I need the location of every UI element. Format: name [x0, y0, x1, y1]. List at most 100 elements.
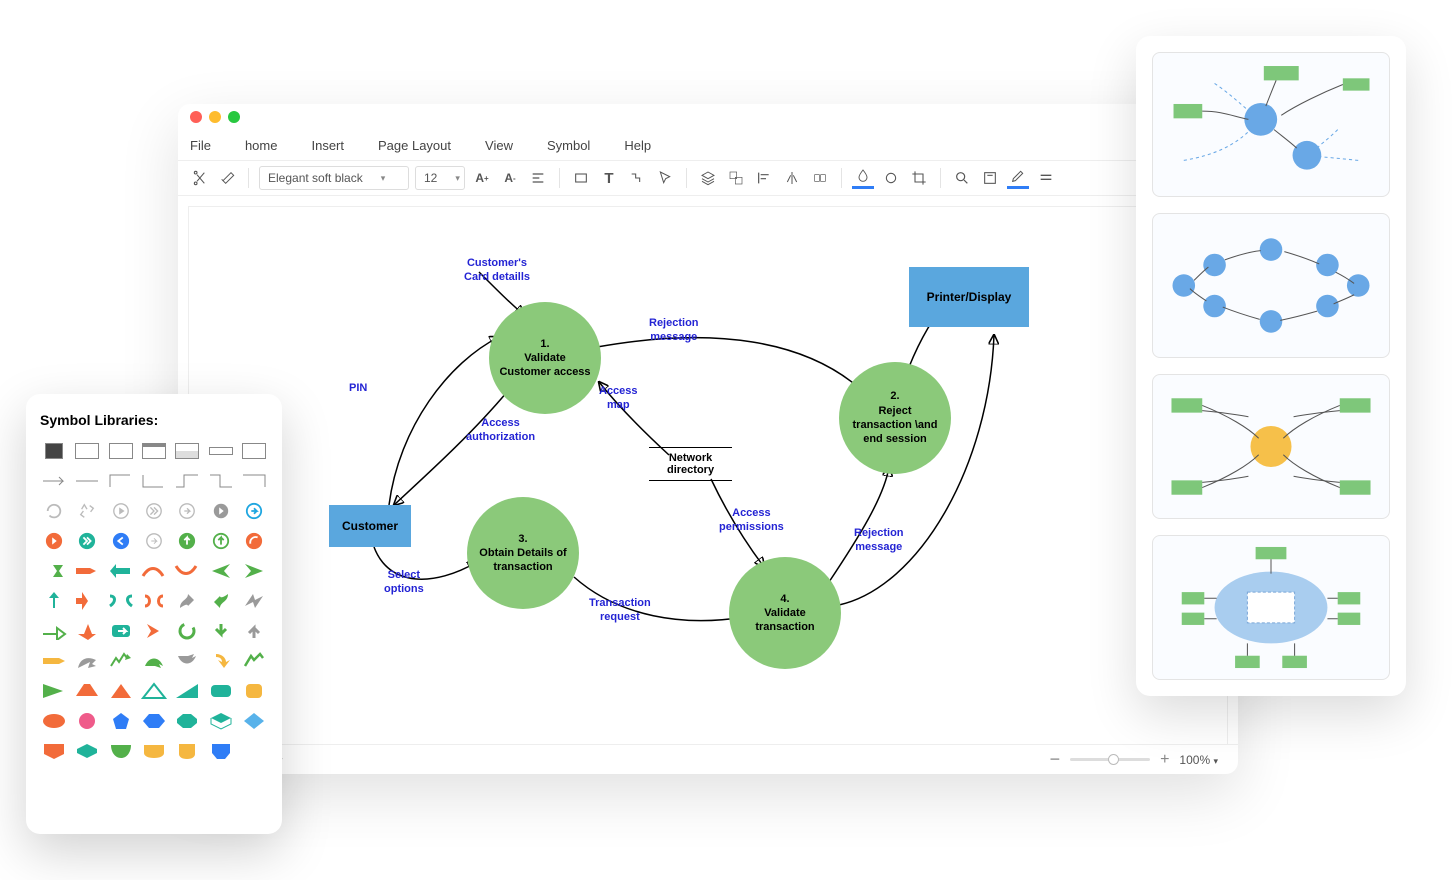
sym-arrow[interactable]	[40, 590, 67, 612]
sym-recycle-icon[interactable]	[73, 500, 100, 522]
sym-arrow[interactable]	[207, 620, 234, 642]
sym-shape[interactable]	[174, 680, 201, 702]
sym-arrow[interactable]	[107, 590, 134, 612]
sym-shape[interactable]	[207, 680, 234, 702]
sym-bracket[interactable]	[241, 470, 268, 492]
sym-circle[interactable]	[107, 530, 134, 552]
sym-circle[interactable]	[73, 530, 100, 552]
flip-icon[interactable]	[781, 167, 803, 189]
process-validate-access[interactable]: 1.Validate Customer access	[489, 302, 601, 414]
zoom-in-icon[interactable]: +	[1160, 751, 1169, 769]
process-reject[interactable]: 2.Reject transaction \and end session	[839, 362, 951, 474]
sym-next-circle-icon[interactable]	[241, 500, 268, 522]
close-icon[interactable]	[190, 111, 202, 123]
search-icon[interactable]	[951, 167, 973, 189]
sym-shape[interactable]	[140, 680, 167, 702]
sym-elbow[interactable]	[107, 470, 134, 492]
sym-shape[interactable]	[207, 710, 234, 732]
sym-step[interactable]	[207, 470, 234, 492]
sym-circle[interactable]	[174, 530, 201, 552]
sym-arrow[interactable]	[174, 590, 201, 612]
sym-arrow[interactable]	[40, 470, 67, 492]
library-icon[interactable]	[979, 167, 1001, 189]
sym-shape[interactable]	[40, 680, 67, 702]
sym-arrow[interactable]	[73, 620, 100, 642]
sym-shape[interactable]	[107, 710, 134, 732]
sym-arrow[interactable]	[241, 560, 268, 582]
pointer-tool-icon[interactable]	[654, 167, 676, 189]
sym-arrow[interactable]	[207, 590, 234, 612]
sym-arrow[interactable]	[140, 620, 167, 642]
rect-tool-icon[interactable]	[570, 167, 592, 189]
sym-shape[interactable]	[174, 710, 201, 732]
sym-shape[interactable]	[174, 740, 201, 762]
sym-shape[interactable]	[73, 740, 100, 762]
sym-arrow[interactable]	[40, 650, 67, 672]
sym-arrow[interactable]	[107, 620, 134, 642]
sym-arrow[interactable]	[174, 560, 201, 582]
datastore-network-directory[interactable]: Networkdirectory	[649, 447, 732, 481]
sym-box-split[interactable]	[174, 440, 201, 462]
sym-arrow[interactable]	[40, 620, 67, 642]
sym-arrow[interactable]	[207, 560, 234, 582]
template-thumbnail[interactable]	[1152, 535, 1390, 680]
entity-customer[interactable]: Customer	[329, 505, 411, 547]
align-menu-icon[interactable]	[527, 167, 549, 189]
paint-icon[interactable]	[216, 167, 238, 189]
sym-shape[interactable]	[73, 680, 100, 702]
sym-box-header[interactable]	[140, 440, 167, 462]
maximize-icon[interactable]	[228, 111, 240, 123]
sym-circle[interactable]	[241, 530, 268, 552]
menu-insert[interactable]: Insert	[311, 138, 344, 153]
sym-shape[interactable]	[241, 710, 268, 732]
sym-arrow[interactable]	[241, 620, 268, 642]
layers-icon[interactable]	[697, 167, 719, 189]
sym-box[interactable]	[241, 440, 268, 462]
cut-icon[interactable]	[188, 167, 210, 189]
sym-refresh-icon[interactable]	[40, 500, 67, 522]
sym-arrow[interactable]	[241, 650, 268, 672]
sym-shape[interactable]	[107, 740, 134, 762]
template-thumbnail[interactable]	[1152, 213, 1390, 358]
sym-arrow[interactable]	[73, 590, 100, 612]
zoom-value[interactable]: 100% ▾	[1179, 753, 1218, 767]
font-increase-icon[interactable]: A+	[471, 167, 493, 189]
menu-pagelayout[interactable]: Page Layout	[378, 138, 451, 153]
font-decrease-icon[interactable]: A-	[499, 167, 521, 189]
sym-box-thin[interactable]	[207, 440, 234, 462]
sym-shape[interactable]	[140, 740, 167, 762]
samesize-icon[interactable]	[809, 167, 831, 189]
menu-symbol[interactable]: Symbol	[547, 138, 590, 153]
sym-ff-circle-icon[interactable]	[140, 500, 167, 522]
sym-arrow[interactable]	[40, 560, 67, 582]
sym-arrow[interactable]	[73, 560, 100, 582]
sym-arrow[interactable]	[241, 590, 268, 612]
sym-shape[interactable]	[140, 710, 167, 732]
sym-elbow[interactable]	[140, 470, 167, 492]
process-obtain-details[interactable]: 3.Obtain Details of transaction	[467, 497, 579, 609]
sym-arrow[interactable]	[140, 650, 167, 672]
fill-color-icon[interactable]	[852, 167, 874, 189]
minimize-icon[interactable]	[209, 111, 221, 123]
sym-arrow[interactable]	[107, 560, 134, 582]
sym-right-circle-icon[interactable]	[174, 500, 201, 522]
process-validate-tx[interactable]: 4.Validate transaction	[729, 557, 841, 669]
sym-arrow[interactable]	[140, 560, 167, 582]
crop-icon[interactable]	[908, 167, 930, 189]
sym-shape[interactable]	[241, 680, 268, 702]
menu-view[interactable]: View	[485, 138, 513, 153]
sym-circle[interactable]	[207, 530, 234, 552]
sym-box-filled[interactable]	[40, 440, 67, 462]
zoom-slider[interactable]	[1070, 758, 1150, 761]
sym-arrow[interactable]	[174, 620, 201, 642]
sym-arrow[interactable]	[107, 650, 134, 672]
zoom-out-icon[interactable]: −	[1050, 749, 1061, 770]
template-thumbnail[interactable]	[1152, 374, 1390, 519]
menu-home[interactable]: home	[245, 138, 278, 153]
shape-style-icon[interactable]	[880, 167, 902, 189]
sym-solid-circle-icon[interactable]	[207, 500, 234, 522]
sym-circle[interactable]	[140, 530, 167, 552]
canvas[interactable]: 1.Validate Customer access 2.Reject tran…	[188, 206, 1228, 744]
sym-zigzag[interactable]	[174, 470, 201, 492]
more-icon[interactable]	[1035, 167, 1057, 189]
